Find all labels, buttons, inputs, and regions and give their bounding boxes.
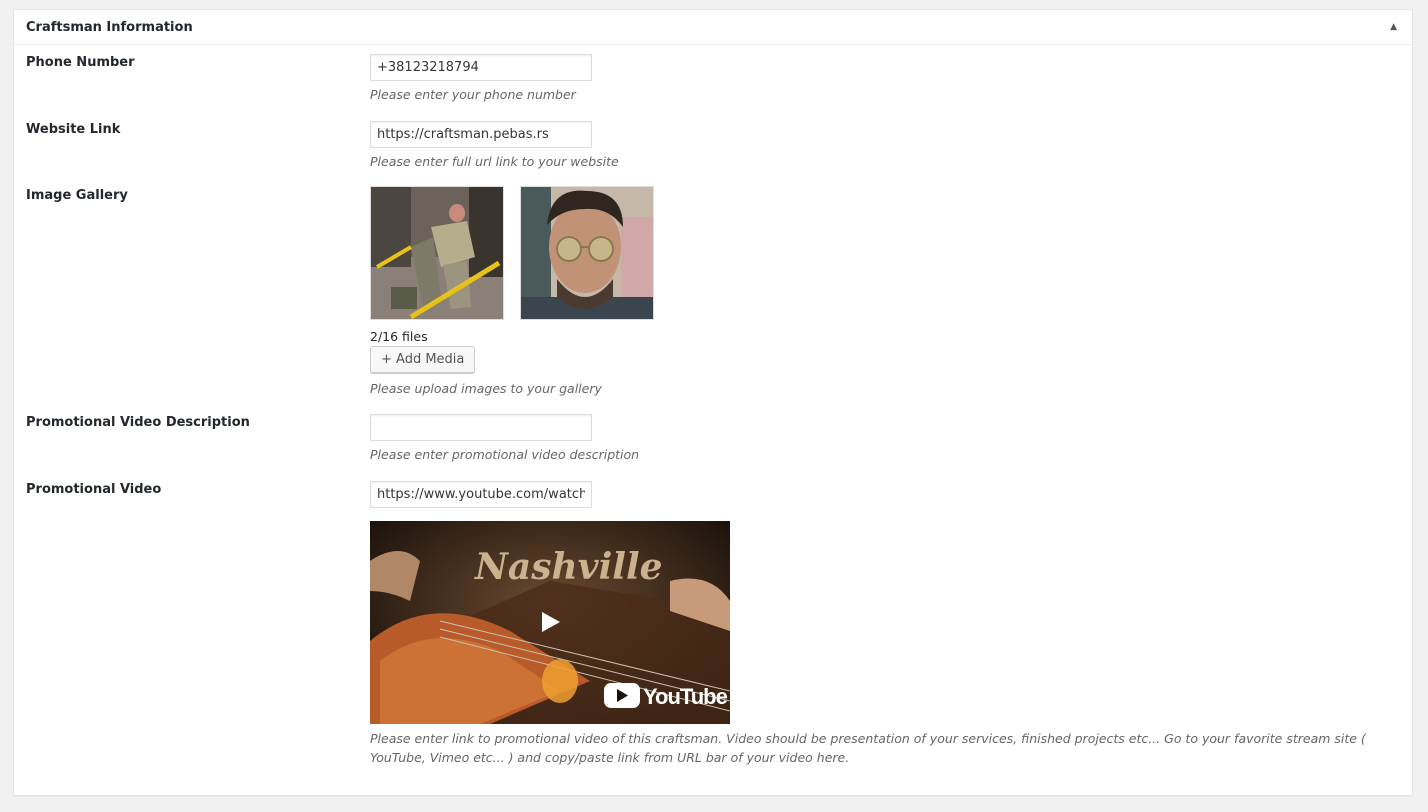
video-description-label: Promotional Video Description xyxy=(26,415,250,430)
website-input[interactable] xyxy=(370,121,592,148)
youtube-logo-text: YouTube xyxy=(643,684,728,709)
gallery-image-worker[interactable] xyxy=(370,186,504,320)
triangle-up-icon[interactable]: ▲ xyxy=(1390,22,1397,32)
video-url-input[interactable] xyxy=(370,481,592,508)
video-help: Please enter link to promotional video o… xyxy=(370,731,1366,765)
phone-label: Phone Number xyxy=(26,55,135,70)
video-label: Promotional Video xyxy=(26,482,162,497)
gallery-image-portrait[interactable] xyxy=(520,186,654,320)
video-description-help: Please enter promotional video descripti… xyxy=(370,447,640,462)
youtube-logo-icon xyxy=(604,683,640,708)
phone-row: Phone Number Please enter your phone num… xyxy=(26,54,1400,114)
video-row: Promotional Video https://www.youtube.co… xyxy=(26,481,1400,781)
gallery-file-count: 2/16 files xyxy=(370,329,428,344)
video-description-row: Promotional Video Description Please ent… xyxy=(26,414,1400,474)
panel-header[interactable]: Craftsman Information ▲ xyxy=(14,10,1412,45)
website-label: Website Link xyxy=(26,122,121,137)
video-embed[interactable]: Nashville YouTube xyxy=(370,521,730,724)
panel-title: Craftsman Information xyxy=(26,19,193,35)
gallery-row: Image Gallery 2/16 files + Add Media Ple… xyxy=(26,186,1400,406)
phone-description: Please enter your phone number xyxy=(370,87,576,102)
gallery-description: Please upload images to your gallery xyxy=(370,381,602,396)
website-row: Website Link Please enter full url link … xyxy=(26,121,1400,181)
phone-input[interactable] xyxy=(370,54,592,81)
add-media-button[interactable]: + Add Media xyxy=(370,346,476,373)
craftsman-info-panel: Craftsman Information ▲ Phone Number Ple… xyxy=(13,9,1413,796)
video-description-input[interactable] xyxy=(370,414,592,441)
website-description: Please enter full url link to your websi… xyxy=(370,154,619,169)
video-thumbnail-text: Nashville xyxy=(474,546,663,588)
gallery-label: Image Gallery xyxy=(26,188,128,203)
